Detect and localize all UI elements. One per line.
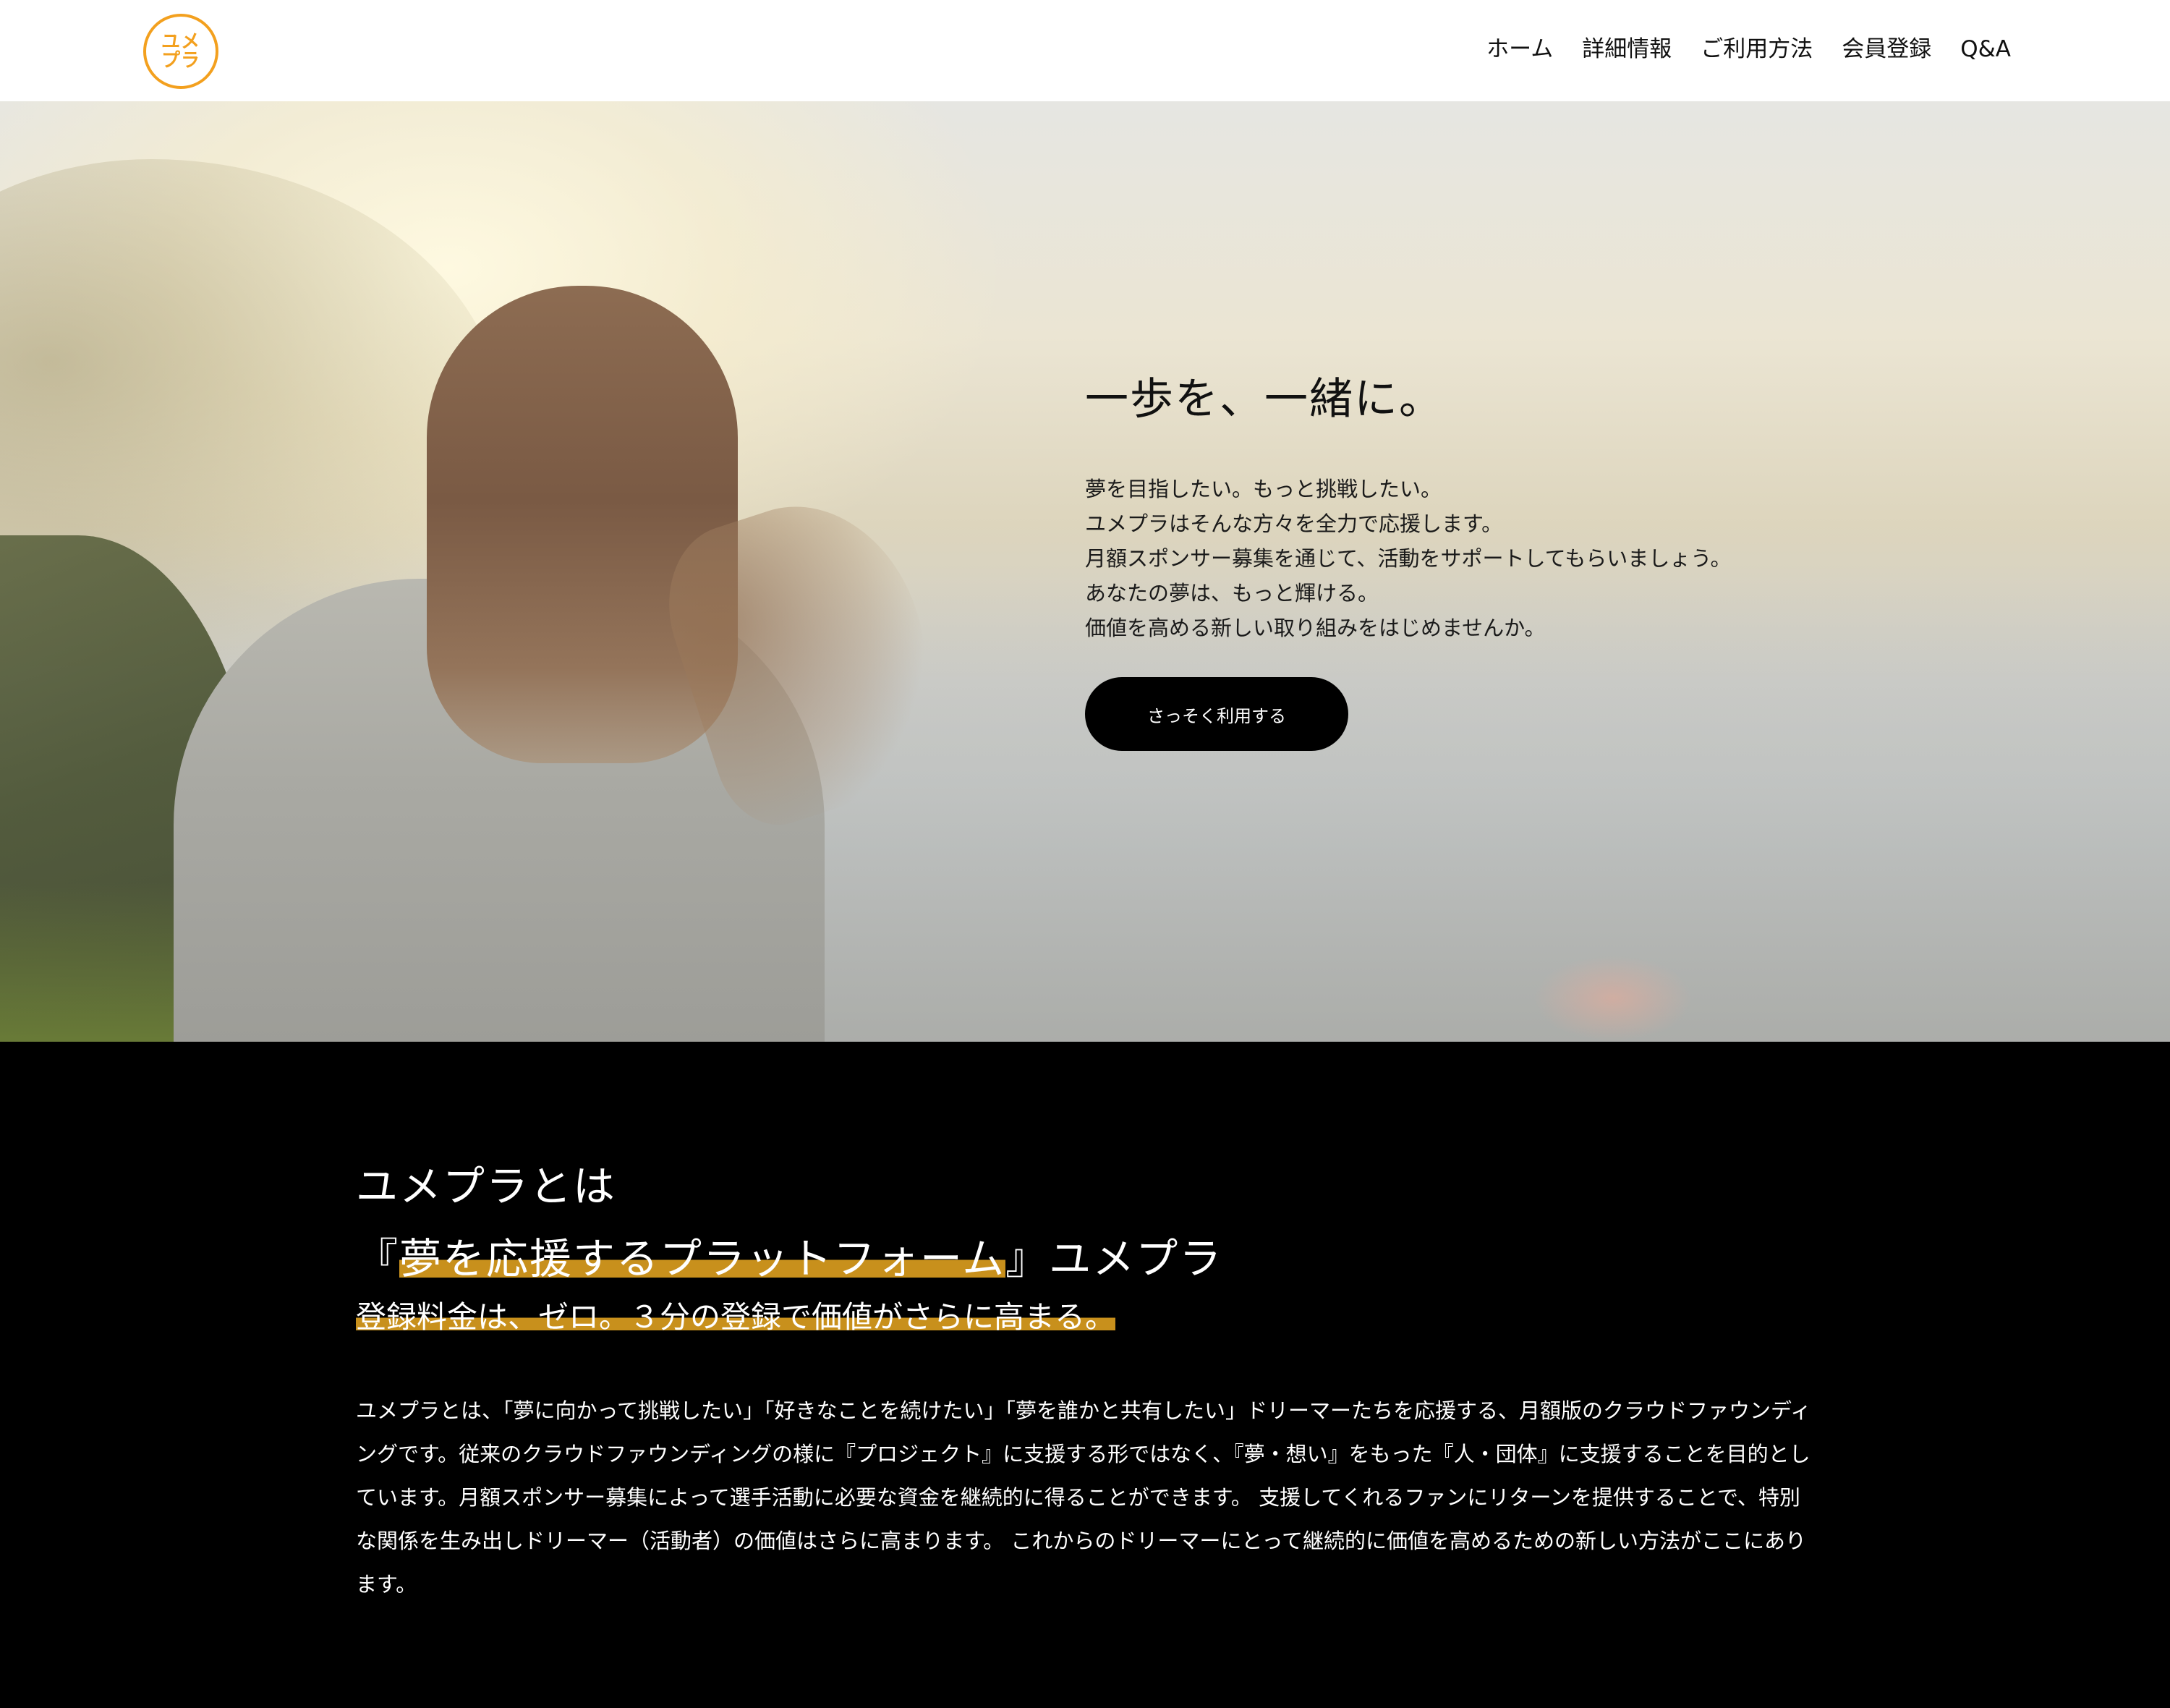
nav-home[interactable]: ホーム [1486,33,1553,65]
hero-content: 一歩を、一緒に。 夢を目指したい。もっと挑戦したい。 ユメプラはそんな方々を全力… [1085,370,1881,751]
about-section: ユメプラとは 『夢を応援するプラットフォーム』ユメプラ 登録料金は、ゼロ。３分の… [0,1042,2170,1708]
hero-section: 一歩を、一緒に。 夢を目指したい。もっと挑戦したい。 ユメプラはそんな方々を全力… [0,101,2170,1042]
about-title: ユメプラとは 『夢を応援するプラットフォーム』ユメプラ [356,1150,1817,1295]
nav-details[interactable]: 詳細情報 [1582,33,1672,65]
about-title-highlight: 夢を応援するプラットフォーム [399,1234,1006,1283]
logo-text-line1: ユメ [161,31,200,53]
start-using-button[interactable]: さっそく利用する [1085,677,1348,751]
about-body: ユメプラとは、「夢に向かって挑戦したい」「好きなことを続けたい」「夢を誰かと共有… [356,1398,1812,1597]
about-title-open-bracket: 『 [356,1234,400,1283]
about-content: ユメプラとは 『夢を応援するプラットフォーム』ユメプラ 登録料金は、ゼロ。３分の… [356,1150,1817,1627]
logo-text-line2: プラ [161,50,200,72]
about-title-line1: ユメプラとは [356,1162,617,1211]
nav-qa[interactable]: Q&A [1960,33,2011,65]
hero-line: 月額スポンサー募集を通じて、活動をサポートしてもらいましょう。 [1085,546,1732,571]
nav-how-to-use[interactable]: ご利用方法 [1701,33,1813,65]
hero-line: 価値を高める新しい取り組みをはじめませんか。 [1085,616,1546,640]
hero-line: ユメプラはそんな方々を全力で応援します。 [1085,511,1503,536]
about-title-close: 』ユメプラ [1005,1234,1223,1283]
about-subtitle-highlight: 登録料金は、ゼロ。３分の登録で価値がさらに高まる。 [356,1299,1116,1335]
hero-line: あなたの夢は、もっと輝ける。 [1085,581,1379,606]
hero-description: 夢を目指したい。もっと挑戦したい。 ユメプラはそんな方々を全力で応援します。 月… [1085,472,1881,645]
about-subtitle: 登録料金は、ゼロ。３分の登録で価値がさらに高まる。 [356,1295,1817,1340]
main-nav: ホーム 詳細情報 ご利用方法 会員登録 Q&A [1486,33,2011,65]
nav-register[interactable]: 会員登録 [1842,33,1931,65]
hero-lens-flare [1533,955,1693,1042]
hero-line: 夢を目指したい。もっと挑戦したい。 [1085,477,1442,501]
yumepura-logo[interactable]: ユメ プラ [143,14,218,89]
hero-heading: 一歩を、一緒に。 [1085,374,1444,425]
site-header: ユメ プラ ホーム 詳細情報 ご利用方法 会員登録 Q&A [0,0,2170,101]
hero-grass [0,883,188,1042]
